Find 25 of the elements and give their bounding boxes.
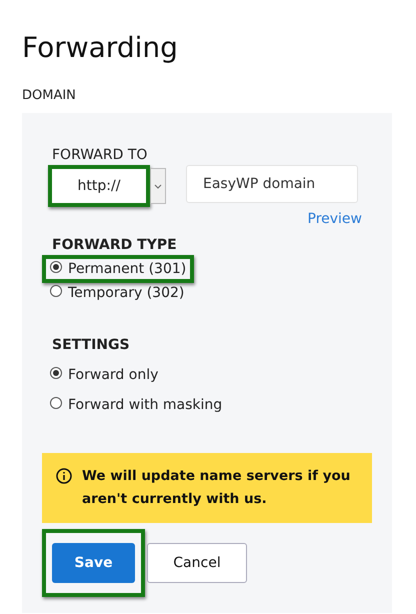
radio-label: Permanent (301) xyxy=(68,261,186,277)
preview-link[interactable]: Preview xyxy=(308,211,362,227)
page-title: Forwarding xyxy=(22,30,179,66)
radio-button[interactable] xyxy=(50,367,62,379)
radio-label: Forward only xyxy=(68,367,158,383)
radio-option[interactable]: Forward with masking xyxy=(46,395,226,415)
section-heading: SETTINGS xyxy=(52,337,131,353)
domain-input[interactable]: EasyWP domain xyxy=(186,165,358,203)
radio-label: Temporary (302) xyxy=(68,285,184,301)
field-label: FORWARD TO xyxy=(52,147,148,163)
section-heading: FORWARD TYPE xyxy=(52,237,178,253)
radio-button[interactable] xyxy=(50,397,62,409)
chevron-down-icon xyxy=(154,184,162,188)
info-icon xyxy=(56,468,72,484)
section-label: DOMAIN xyxy=(22,88,77,103)
radio-button[interactable] xyxy=(50,285,62,297)
radio-option[interactable]: Permanent (301) xyxy=(46,259,190,279)
save-button[interactable]: Save xyxy=(52,543,135,583)
notice-text: We will update name servers if you aren't currently with us. xyxy=(82,467,352,509)
cancel-button[interactable]: Cancel xyxy=(147,543,247,583)
radio-option[interactable]: Temporary (302) xyxy=(46,283,188,303)
radio-option[interactable]: Forward only xyxy=(46,365,162,385)
protocol-select[interactable]: http:// xyxy=(52,169,146,203)
radio-button[interactable] xyxy=(50,261,62,273)
radio-label: Forward with masking xyxy=(68,397,222,413)
